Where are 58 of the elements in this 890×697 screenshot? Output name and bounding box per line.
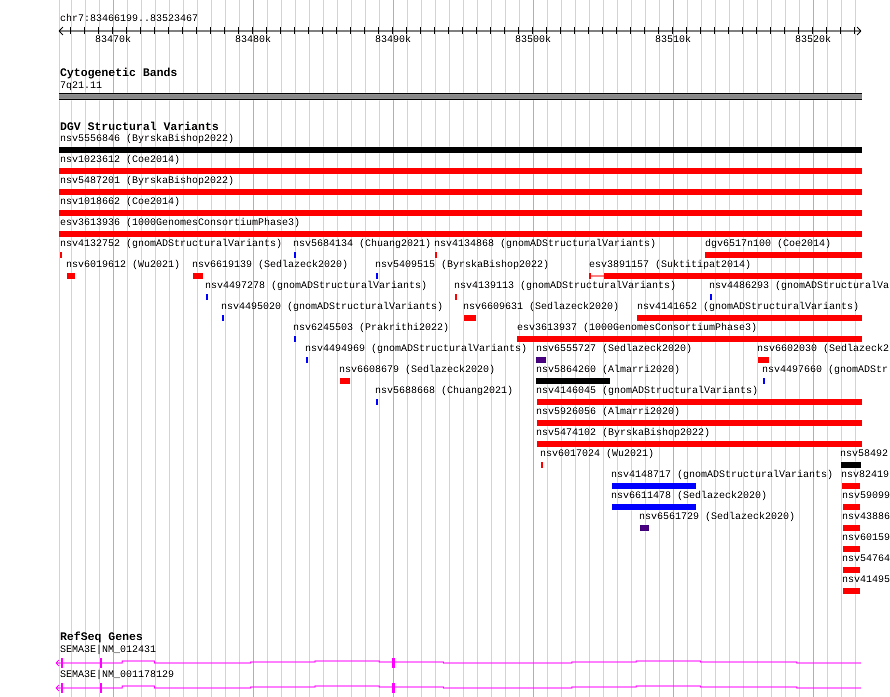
variant-label[interactable]: nsv4134868 (gnomADStructuralVariants)	[434, 239, 656, 251]
variant-label[interactable]: nsv6017024 (Wu2021)	[540, 449, 654, 461]
variant-label[interactable]: nsv4494969 (gnomADStructuralVariants)	[305, 344, 528, 356]
location-label: chr7:83466199..83523467	[59, 13, 200, 26]
variant-label[interactable]: nsv5474102 (ByrskaBishop2022)	[536, 428, 710, 440]
variant-label[interactable]: nsv6619139 (Sedlazeck2020)	[192, 260, 348, 272]
variant-label[interactable]: nsv59099	[842, 491, 890, 503]
variant-label[interactable]: nsv54764	[842, 554, 890, 566]
variant-label[interactable]: esv3891157 (Suktitipat2014)	[589, 260, 752, 272]
variant-label[interactable]: nsv1018662 (Coe2014)	[60, 197, 180, 209]
variant-label[interactable]: nsv4497660 (gnomADStr	[762, 365, 888, 377]
variant-label[interactable]: nsv4495020 (gnomADStructuralVariants)	[221, 302, 444, 314]
tick-label: 83520k	[795, 35, 832, 46]
track-title: RefSeq Genes	[59, 632, 144, 644]
gene-label[interactable]: SEMA3E|NM_001178129	[59, 670, 180, 682]
track-title: DGV Structural Variants	[59, 122, 219, 134]
variant-label[interactable]: nsv4139113 (gnomADStructuralVariants)	[454, 281, 676, 293]
variant-label[interactable]: nsv4497278 (gnomADStructuralVariants)	[205, 281, 428, 293]
gene-model-drawing[interactable]	[55, 657, 863, 669]
tick-label: 83470k	[95, 35, 132, 46]
gene-model-drawing[interactable]	[55, 682, 863, 694]
variant-label[interactable]: nsv4486293 (gnomADStructuralVa	[709, 281, 890, 293]
variant-label[interactable]: nsv5487201 (ByrskaBishop2022)	[60, 176, 234, 188]
variant-label[interactable]: nsv5556846 (ByrskaBishop2022)	[60, 134, 234, 146]
variant-label[interactable]: nsv6602030 (Sedlazeck2	[757, 344, 890, 356]
band-label: 7q21.11	[59, 80, 104, 93]
variant-label[interactable]: nsv6611478 (Sedlazeck2020)	[611, 491, 768, 503]
variant-label[interactable]: nsv6245503 (Prakrithi2022)	[293, 323, 450, 335]
variant-label[interactable]: nsv6609631 (Sedlazeck2020)	[463, 302, 620, 314]
tick-label: 83510k	[655, 35, 692, 46]
variant-label[interactable]: esv3613937 (1000GenomesConsortiumPhase3)	[517, 323, 758, 335]
variant-label[interactable]: nsv4146045 (gnomADStructuralVariants)	[536, 386, 758, 398]
variant-label[interactable]: nsv41495	[842, 575, 890, 587]
variant-label[interactable]: nsv60159	[842, 533, 890, 545]
variant-bar[interactable]	[589, 273, 862, 279]
variant-label[interactable]: nsv82419	[841, 470, 890, 482]
gene-label[interactable]: SEMA3E|NM_012431	[59, 645, 180, 657]
variant-label[interactable]: nsv5684134 (Chuang2021)	[293, 239, 432, 251]
variant-label[interactable]: nsv5688668 (Chuang2021)	[375, 386, 514, 398]
variant-label[interactable]: nsv6555727 (Sedlazeck2020)	[536, 344, 692, 356]
tick-label: 83480k	[235, 35, 272, 46]
variant-label[interactable]: nsv1023612 (Coe2014)	[60, 155, 180, 167]
variant-label[interactable]: nsv4141652 (gnomADStructuralVariants)	[637, 302, 860, 314]
variant-label[interactable]: nsv5409515 (ByrskaBishop2022)	[375, 260, 550, 272]
variant-label[interactable]: dgv6517n100 (Coe2014)	[705, 239, 832, 251]
variant-label[interactable]: nsv5926056 (Almarri2020)	[536, 407, 680, 419]
track-title: Cytogenetic Bands	[59, 68, 178, 80]
variant-label[interactable]: nsv6608679 (Sedlazeck2020)	[339, 365, 496, 377]
variant-label[interactable]: nsv6561729 (Sedlazeck2020)	[639, 512, 796, 524]
variant-label[interactable]: nsv58492	[840, 449, 888, 461]
variant-label[interactable]: esv3613936 (1000GenomesConsortiumPhase3)	[60, 218, 300, 230]
variant-label[interactable]: nsv5864260 (Almarri2020)	[536, 365, 680, 377]
variant-label[interactable]: nsv4148717 (gnomADStructuralVariants)	[611, 470, 834, 482]
tick-label: 83500k	[515, 35, 552, 46]
tick-label: 83490k	[375, 35, 412, 46]
variant-label[interactable]: nsv6019612 (Wu2021)	[66, 260, 180, 272]
variant-label[interactable]: nsv4132752 (gnomADStructuralVariants)	[60, 239, 282, 251]
variant-label[interactable]: nsv43886	[842, 512, 890, 524]
